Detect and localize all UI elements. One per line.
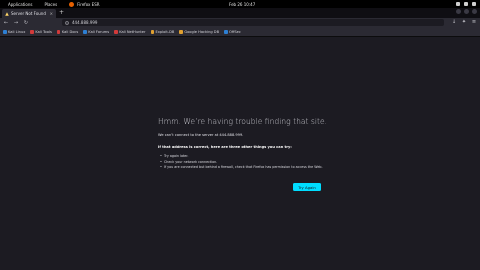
tab-strip: Server Not Found × + — [0, 8, 480, 18]
downloads-icon[interactable]: ↓ — [451, 19, 457, 26]
menu-icon[interactable]: ≡ — [471, 19, 477, 26]
bookmark-icon — [179, 30, 183, 34]
minimize-button[interactable] — [456, 9, 461, 14]
bookmark-label: Kali Forums — [88, 30, 110, 34]
active-app-name[interactable]: Firefox ESR — [77, 2, 99, 7]
bookmark-icon — [30, 30, 34, 34]
firefox-icon — [69, 1, 75, 7]
url-text[interactable]: 444.888.999 — [72, 20, 97, 25]
bookmark-item[interactable]: Kali Forums — [83, 30, 109, 34]
bookmark-item[interactable]: Google Hacking DB — [179, 30, 219, 34]
close-window-button[interactable] — [472, 9, 477, 14]
bookmark-label: Google Hacking DB — [184, 30, 220, 34]
power-icon[interactable] — [472, 2, 476, 6]
try-again-button[interactable]: Try Again — [293, 183, 321, 191]
suggestion-item: If you are connected but behind a firewa… — [160, 165, 358, 171]
maximize-button[interactable] — [464, 9, 469, 14]
bookmark-icon — [83, 30, 87, 34]
tab-title: Server Not Found — [11, 11, 46, 16]
warning-icon — [5, 11, 9, 16]
bookmark-item[interactable]: Kali Docs — [56, 30, 79, 34]
bookmark-icon — [56, 30, 61, 34]
places-menu[interactable]: Places — [44, 2, 57, 7]
system-tray[interactable] — [456, 2, 476, 6]
reload-button[interactable]: ↻ — [22, 19, 30, 27]
volume-icon[interactable] — [464, 2, 468, 6]
window-controls — [456, 9, 477, 14]
tab-server-not-found[interactable]: Server Not Found × — [2, 9, 56, 18]
error-description: We can’t connect to the server at 444.88… — [158, 133, 244, 137]
bookmark-icon — [3, 30, 7, 34]
bookmark-item[interactable]: OffSec — [224, 30, 241, 34]
applications-menu[interactable]: Applications — [8, 2, 32, 7]
bookmark-item[interactable]: Exploit-DB — [150, 30, 175, 34]
bookmark-item[interactable]: Kali Tools — [30, 30, 52, 34]
bookmark-icon — [224, 30, 228, 34]
toolbar-right-buttons: ↓ ✦ ≡ — [451, 19, 477, 26]
bookmark-item[interactable]: Kali Linux — [3, 30, 25, 34]
bookmark-label: Kali NetHunter — [119, 30, 146, 34]
error-subtitle: If that address is correct, here are thr… — [158, 145, 292, 149]
error-title: Hmm. We’re having trouble finding that s… — [158, 117, 328, 126]
clock[interactable]: Feb 26 10:47 — [229, 2, 255, 7]
bookmark-label: Kali Tools — [35, 30, 52, 34]
bookmark-icon — [114, 30, 118, 34]
bookmark-label: OffSec — [229, 30, 241, 34]
bookmark-item[interactable]: Kali NetHunter — [114, 30, 146, 34]
extensions-icon[interactable]: ✦ — [461, 19, 467, 26]
network-icon[interactable] — [456, 2, 460, 6]
bookmarks-toolbar: Kali Linux Kali Tools Kali Docs Kali Forums… — [0, 28, 480, 37]
system-top-panel: Applications Places Firefox ESR Feb 26 1… — [0, 0, 480, 8]
forward-button[interactable]: → — [12, 19, 20, 27]
tab-close-icon[interactable]: × — [50, 11, 53, 16]
bookmark-label: Exploit-DB — [155, 30, 175, 34]
bookmark-label: Kali Linux — [8, 30, 26, 34]
error-container: Hmm. We’re having trouble finding that s… — [158, 117, 358, 191]
bookmark-label: Kali Docs — [61, 30, 79, 34]
back-button[interactable]: ← — [2, 19, 10, 27]
new-tab-button[interactable]: + — [59, 9, 64, 17]
page-content: Hmm. We’re having trouble finding that s… — [0, 37, 480, 270]
site-info-icon[interactable] — [65, 20, 69, 25]
url-bar[interactable]: 444.888.999 — [62, 19, 444, 26]
bookmark-icon — [150, 30, 154, 34]
navigation-toolbar: ← → ↻ 444.888.999 ↓ ✦ ≡ — [0, 18, 480, 28]
suggestion-list: Try again later. Check your network conn… — [160, 154, 358, 171]
